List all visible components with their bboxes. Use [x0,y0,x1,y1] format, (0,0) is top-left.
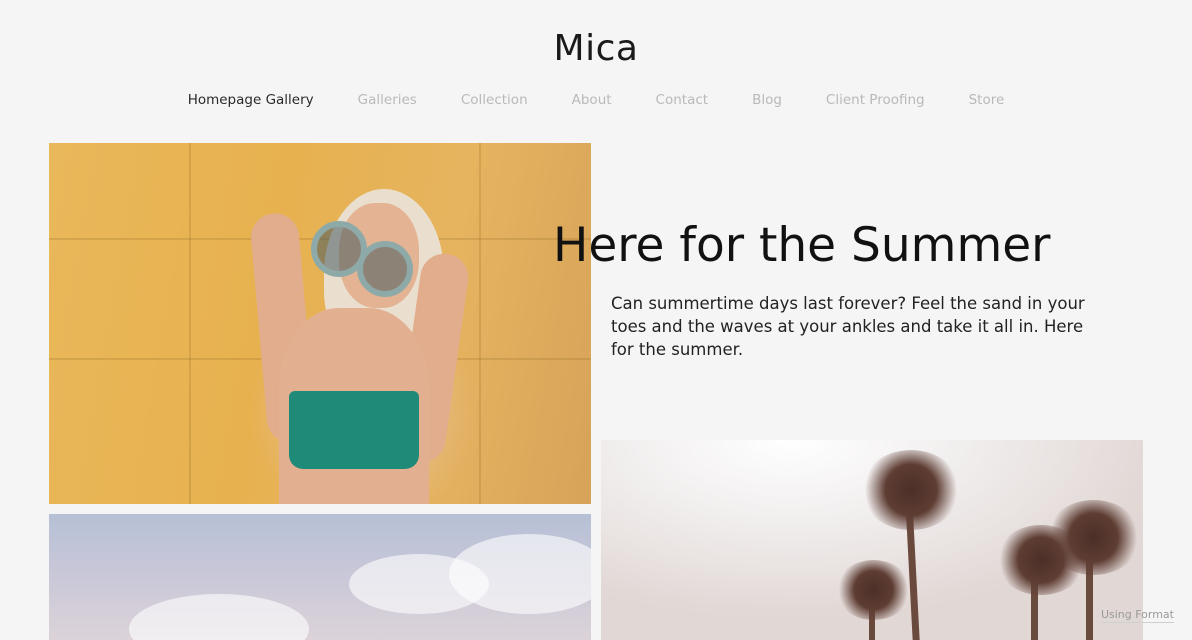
main-nav: Homepage Gallery Galleries Collection Ab… [0,92,1192,108]
photo-detail [861,450,961,530]
nav-item-collection[interactable]: Collection [439,92,550,108]
photo-detail [289,391,419,469]
photo-detail [836,560,911,620]
feature-heading: Here for the Summer [553,218,1051,273]
gallery-photo-sky[interactable] [49,514,591,640]
nav-item-client-proofing[interactable]: Client Proofing [804,92,947,108]
feature-body: Can summertime days last forever? Feel t… [611,294,1085,359]
photo-detail [1046,500,1141,575]
photo-detail [479,143,481,504]
using-format-badge[interactable]: Using Format [1100,608,1174,623]
nav-item-about[interactable]: About [550,92,634,108]
nav-item-homepage-gallery[interactable]: Homepage Gallery [166,92,336,108]
photo-detail [357,241,413,297]
photo-detail [189,143,191,504]
nav-item-galleries[interactable]: Galleries [336,92,439,108]
photo-detail [129,594,309,640]
nav-item-store[interactable]: Store [947,92,1027,108]
gallery-photo-woman-sunglasses[interactable] [49,143,591,504]
nav-item-contact[interactable]: Contact [634,92,731,108]
nav-item-blog[interactable]: Blog [730,92,804,108]
site-title[interactable]: Mica [0,28,1192,69]
gallery-photo-palm-trees[interactable] [601,440,1143,640]
